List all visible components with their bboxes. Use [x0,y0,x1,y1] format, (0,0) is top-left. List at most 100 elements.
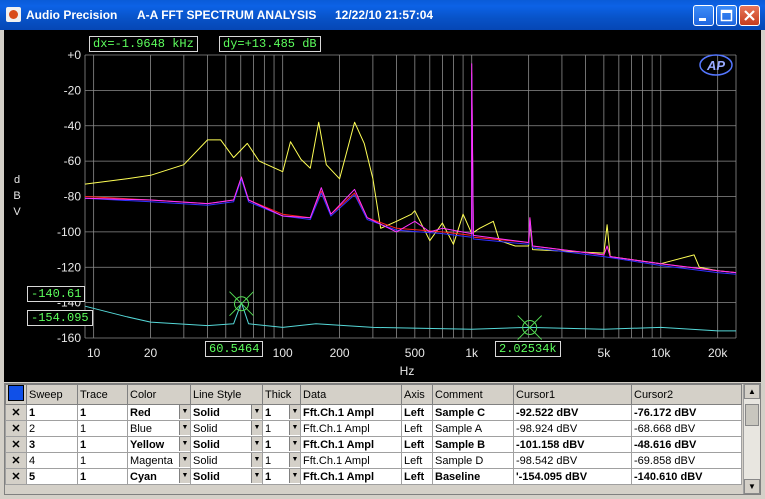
header-sweep[interactable]: Sweep [26,384,78,405]
dropdown-arrow-icon[interactable]: ▼ [179,405,190,419]
cell-thick-select[interactable]: 1 ▼ [262,452,301,469]
row-remove-button[interactable]: ✕ [5,436,27,453]
cell-line-style-select-value: Solid [193,470,220,483]
cell-thick-select[interactable]: 1 ▼ [262,468,301,485]
dropdown-arrow-icon[interactable]: ▼ [251,437,262,451]
cell-comment[interactable]: Baseline [432,468,514,485]
cell-trace[interactable]: 1 [77,420,128,437]
header-cursor2[interactable]: Cursor2 [631,384,742,405]
dropdown-arrow-icon[interactable]: ▼ [289,437,300,451]
cell-data[interactable]: Fft.Ch.1 Ampl [300,404,402,421]
cell-color-select[interactable]: Magenta ▼ [127,452,191,469]
cell-line-style-select[interactable]: Solid ▼ [190,420,263,437]
cell-trace[interactable]: 1 [77,436,128,453]
cell-cursor2[interactable]: -140.610 dBV [631,468,742,485]
header-comment[interactable]: Comment [432,384,514,405]
cell-line-style-select[interactable]: Solid ▼ [190,452,263,469]
table-row[interactable]: ✕ 1 1 Red ▼ Solid ▼ 1 ▼ Fft.Ch.1 Ampl Left Sample C… [5,404,742,421]
cell-trace[interactable]: 1 [77,452,128,469]
cell-comment[interactable]: Sample B [432,436,514,453]
header-axis[interactable]: Axis [401,384,433,405]
cell-comment[interactable]: Sample C [432,404,514,421]
cell-cursor1[interactable]: -101.158 dBV [513,436,632,453]
dropdown-arrow-icon[interactable]: ▼ [289,405,300,419]
cell-thick-select[interactable]: 1 ▼ [262,404,301,421]
cell-data[interactable]: Fft.Ch.1 Ampl [300,452,402,469]
dropdown-arrow-icon[interactable]: ▼ [289,469,300,483]
dropdown-arrow-icon[interactable]: ▼ [289,453,300,467]
cell-cursor2[interactable]: -69.858 dBV [631,452,742,469]
cell-data[interactable]: Fft.Ch.1 Ampl [300,468,402,485]
header-thick[interactable]: Thick [262,384,301,405]
cell-sweep[interactable]: 4 [26,452,78,469]
dropdown-arrow-icon[interactable]: ▼ [251,453,262,467]
dropdown-arrow-icon[interactable]: ▼ [179,437,190,451]
header-color[interactable]: Color [127,384,191,405]
maximize-button[interactable] [716,5,737,26]
cursor2-x-readout[interactable]: 2.02534k [495,341,561,357]
cell-cursor2[interactable]: -48.616 dBV [631,436,742,453]
dropdown-arrow-icon[interactable]: ▼ [179,453,190,467]
header-line-style[interactable]: Line Style [190,384,263,405]
cell-comment[interactable]: Sample D [432,452,514,469]
row-remove-button[interactable]: ✕ [5,452,27,469]
scroll-thumb[interactable] [745,404,759,426]
cell-line-style-select[interactable]: Solid ▼ [190,436,263,453]
cell-color-select[interactable]: Cyan ▼ [127,468,191,485]
dropdown-arrow-icon[interactable]: ▼ [251,405,262,419]
cell-color-select[interactable]: Yellow ▼ [127,436,191,453]
close-button[interactable] [739,5,760,26]
cursor2-y-readout[interactable]: -154.095 [27,310,93,326]
cell-sweep[interactable]: 5 [26,468,78,485]
dropdown-arrow-icon[interactable]: ▼ [251,421,262,435]
grid-corner[interactable] [5,384,27,405]
table-row[interactable]: ✕ 4 1 Magenta ▼ Solid ▼ 1 ▼ Fft.Ch.1 Ampl Left Samp… [5,452,742,469]
cell-cursor1[interactable]: -98.924 dBV [513,420,632,437]
cell-sweep[interactable]: 2 [26,420,78,437]
cell-line-style-select[interactable]: Solid ▼ [190,468,263,485]
row-remove-button[interactable]: ✕ [5,404,27,421]
header-cursor1[interactable]: Cursor1 [513,384,632,405]
cell-cursor1[interactable]: -92.522 dBV [513,404,632,421]
cell-trace[interactable]: 1 [77,468,128,485]
spectrum-chart[interactable]: 1020501002005001k2k5k10k20k+0-20-40-60-8… [4,30,761,382]
scroll-up-button[interactable]: ▲ [744,384,760,399]
table-row[interactable]: ✕ 3 1 Yellow ▼ Solid ▼ 1 ▼ Fft.Ch.1 Ampl Left Sampl… [5,436,742,453]
cell-trace[interactable]: 1 [77,404,128,421]
table-row[interactable]: ✕ 2 1 Blue ▼ Solid ▼ 1 ▼ Fft.Ch.1 Ampl Left Sample … [5,420,742,437]
header-data[interactable]: Data [300,384,402,405]
row-remove-button[interactable]: ✕ [5,468,27,485]
dropdown-arrow-icon[interactable]: ▼ [289,421,300,435]
cell-data[interactable]: Fft.Ch.1 Ampl [300,436,402,453]
cell-sweep[interactable]: 3 [26,436,78,453]
table-row[interactable]: ✕ 5 1 Cyan ▼ Solid ▼ 1 ▼ Fft.Ch.1 Ampl Left Baselin… [5,468,742,485]
header-trace[interactable]: Trace [77,384,128,405]
scroll-down-button[interactable]: ▼ [744,479,760,494]
cell-cursor2[interactable]: -76.172 dBV [631,404,742,421]
cell-cursor1[interactable]: '-154.095 dBV [513,468,632,485]
cell-line-style-select[interactable]: Solid ▼ [190,404,263,421]
cell-color-select[interactable]: Red ▼ [127,404,191,421]
cell-sweep[interactable]: 1 [26,404,78,421]
cell-axis[interactable]: Left [401,420,433,437]
cursor1-y-readout[interactable]: -140.61 [27,286,86,302]
app-icon[interactable] [6,7,21,22]
cell-axis[interactable]: Left [401,452,433,469]
cell-cursor2[interactable]: -68.668 dBV [631,420,742,437]
cell-color-select[interactable]: Blue ▼ [127,420,191,437]
dropdown-arrow-icon[interactable]: ▼ [179,421,190,435]
table-scrollbar[interactable]: ▲ ▼ [743,384,760,494]
cell-axis[interactable]: Left [401,404,433,421]
dropdown-arrow-icon[interactable]: ▼ [251,469,262,483]
cell-thick-select[interactable]: 1 ▼ [262,436,301,453]
cursor1-x-readout[interactable]: 60.5464 [205,341,264,357]
dropdown-arrow-icon[interactable]: ▼ [179,469,190,483]
cell-thick-select[interactable]: 1 ▼ [262,420,301,437]
row-remove-button[interactable]: ✕ [5,420,27,437]
cell-axis[interactable]: Left [401,468,433,485]
cell-axis[interactable]: Left [401,436,433,453]
cell-cursor1[interactable]: -98.542 dBV [513,452,632,469]
minimize-button[interactable] [693,5,714,26]
cell-data[interactable]: Fft.Ch.1 Ampl [300,420,402,437]
cell-comment[interactable]: Sample A [432,420,514,437]
